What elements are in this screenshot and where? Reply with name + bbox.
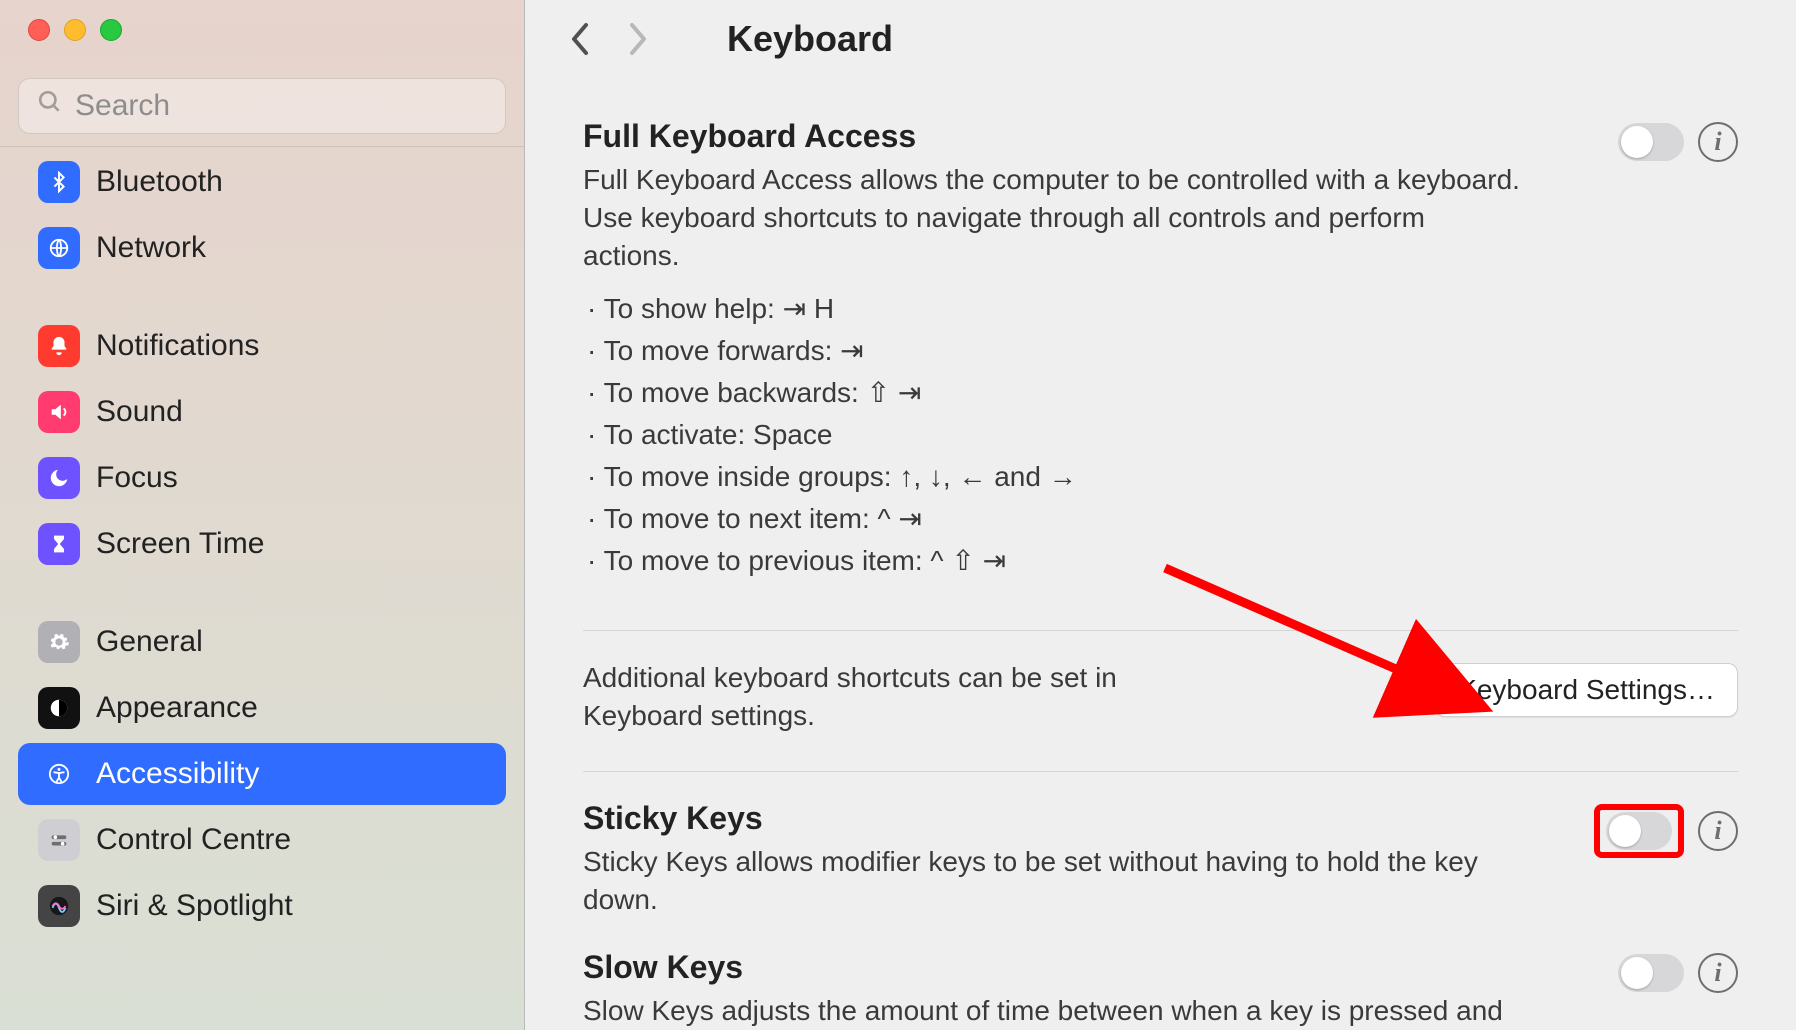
appearance-icon (38, 687, 80, 729)
sticky-keys-desc: Sticky Keys allows modifier keys to be s… (583, 843, 1523, 919)
minimize-window-button[interactable] (64, 19, 86, 41)
divider (583, 630, 1738, 631)
shortcut-line: To move forwards: ⇥ (583, 330, 1598, 372)
slow-keys-toggle[interactable] (1618, 954, 1684, 992)
sidebar-item-label: Bluetooth (96, 165, 223, 199)
back-button[interactable] (565, 24, 595, 54)
bt-icon (38, 161, 80, 203)
annotation-highlight-box (1594, 804, 1684, 858)
sticky-keys-title: Sticky Keys (583, 800, 1574, 837)
sidebar-item-label: Appearance (96, 691, 258, 725)
divider (583, 771, 1738, 772)
shortcut-line: To move to previous item: ^ ⇧ ⇥ (583, 540, 1598, 582)
content-pane: Keyboard Full Keyboard Access Full Keybo… (525, 0, 1796, 1030)
sidebar-item-sound[interactable]: Sound (18, 381, 506, 443)
fka-info-button[interactable]: i (1698, 122, 1738, 162)
fka-toggle[interactable] (1618, 123, 1684, 161)
bell-icon (38, 325, 80, 367)
page-title: Keyboard (727, 18, 893, 60)
accessibility-icon (38, 753, 80, 795)
gear-icon (38, 621, 80, 663)
sidebar-item-general[interactable]: General (18, 611, 506, 673)
slow-keys-title: Slow Keys (583, 949, 1598, 986)
forward-button[interactable] (623, 24, 653, 54)
sound-icon (38, 391, 80, 433)
shortcut-line: To move inside groups: ↑, ↓, ← and → (583, 456, 1598, 498)
window-traffic-lights (0, 0, 524, 60)
slow-keys-info-button[interactable]: i (1698, 953, 1738, 993)
search-input[interactable]: Search (18, 78, 506, 134)
shortcut-line: To move to next item: ^ ⇥ (583, 498, 1598, 540)
keyboard-settings-button[interactable]: Keyboard Settings… (1435, 663, 1738, 717)
content-header: Keyboard (525, 0, 1796, 78)
sidebar-item-label: Focus (96, 461, 178, 495)
siri-icon (38, 885, 80, 927)
sidebar-item-appearance[interactable]: Appearance (18, 677, 506, 739)
sidebar-item-control-centre[interactable]: Control Centre (18, 809, 506, 871)
search-placeholder: Search (75, 89, 170, 123)
sidebar-item-siri-spotlight[interactable]: Siri & Spotlight (18, 875, 506, 937)
slow-keys-desc: Slow Keys adjusts the amount of time bet… (583, 992, 1523, 1030)
control-icon (38, 819, 80, 861)
sidebar-item-label: Accessibility (96, 757, 259, 791)
sidebar-item-screen-time[interactable]: Screen Time (18, 513, 506, 575)
sidebar: Search Bluetooth Network Notifications Soun… (0, 0, 525, 1030)
sticky-keys-info-button[interactable]: i (1698, 811, 1738, 851)
moon-icon (38, 457, 80, 499)
sidebar-item-accessibility[interactable]: Accessibility (18, 743, 506, 805)
sidebar-item-notifications[interactable]: Notifications (18, 315, 506, 377)
sidebar-item-label: Notifications (96, 329, 259, 363)
sidebar-item-label: General (96, 625, 203, 659)
close-window-button[interactable] (28, 19, 50, 41)
shortcut-line: To show help: ⇥ H (583, 288, 1598, 330)
search-icon (37, 89, 63, 123)
sticky-keys-toggle[interactable] (1606, 812, 1672, 850)
globe-icon (38, 227, 80, 269)
sidebar-item-focus[interactable]: Focus (18, 447, 506, 509)
sidebar-item-network[interactable]: Network (18, 217, 506, 279)
sidebar-item-label: Network (96, 231, 206, 265)
sidebar-item-label: Screen Time (96, 527, 264, 561)
sidebar-item-bluetooth[interactable]: Bluetooth (18, 151, 506, 213)
fka-shortcuts-list: To show help: ⇥ HTo move forwards: ⇥To m… (583, 288, 1598, 582)
fka-desc: Full Keyboard Access allows the computer… (583, 161, 1523, 274)
hourglass-icon (38, 523, 80, 565)
sidebar-item-label: Control Centre (96, 823, 291, 857)
shortcut-line: To move backwards: ⇧ ⇥ (583, 372, 1598, 414)
sidebar-item-label: Sound (96, 395, 183, 429)
shortcut-line: To activate: Space (583, 414, 1598, 456)
extra-shortcuts-text: Additional keyboard shortcuts can be set… (583, 659, 1203, 735)
sidebar-item-label: Siri & Spotlight (96, 889, 293, 923)
fullscreen-window-button[interactable] (100, 19, 122, 41)
sidebar-nav: Bluetooth Network Notifications Sound Focus S… (0, 146, 524, 1030)
fka-title: Full Keyboard Access (583, 118, 1598, 155)
